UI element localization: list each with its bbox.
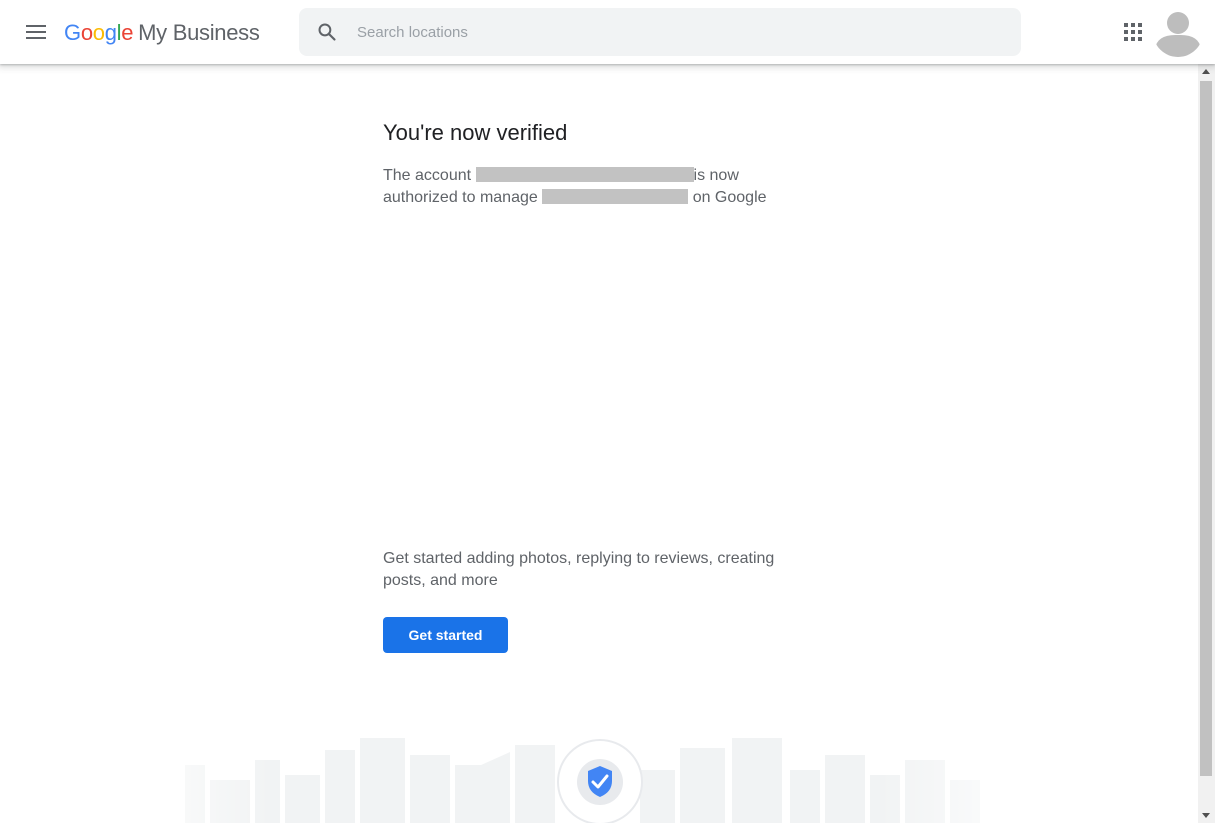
scrollbar-thumb[interactable] xyxy=(1200,81,1212,776)
redacted-account-email xyxy=(475,167,694,182)
menu-icon xyxy=(26,25,46,39)
product-name: My Business xyxy=(138,20,260,45)
logo-letter: o xyxy=(80,20,93,45)
main-menu-button[interactable] xyxy=(16,12,56,52)
get-started-button[interactable]: Get started xyxy=(383,617,508,653)
logo-letter: o xyxy=(92,20,105,45)
top-app-bar: Google My Business xyxy=(0,0,1215,64)
scroll-up-arrow-icon[interactable] xyxy=(1202,69,1210,74)
redacted-business-name xyxy=(542,189,689,204)
page-title: You're now verified xyxy=(383,120,568,145)
get-started-description: Get started adding photos, replying to r… xyxy=(383,550,775,589)
scroll-down-arrow-icon[interactable] xyxy=(1202,813,1210,818)
verification-description: The account is now authorized to manage … xyxy=(383,165,783,209)
vertical-scrollbar[interactable] xyxy=(1198,64,1215,823)
apps-grid-icon xyxy=(1124,23,1142,41)
search-bar[interactable] xyxy=(299,8,1021,56)
logo-letter: g xyxy=(104,20,117,45)
account-avatar[interactable] xyxy=(1153,7,1203,57)
city-skyline-illustration xyxy=(100,730,1050,823)
description-suffix: on Google xyxy=(692,189,767,206)
logo-letter: e xyxy=(121,20,134,45)
search-icon[interactable] xyxy=(299,8,355,56)
account-avatar-icon xyxy=(1153,7,1203,57)
description-prefix: The account xyxy=(383,167,472,184)
logo-letter: G xyxy=(64,20,81,45)
google-my-business-logo[interactable]: Google My Business xyxy=(64,17,260,49)
search-input[interactable] xyxy=(355,11,959,53)
google-apps-button[interactable] xyxy=(1117,16,1149,48)
